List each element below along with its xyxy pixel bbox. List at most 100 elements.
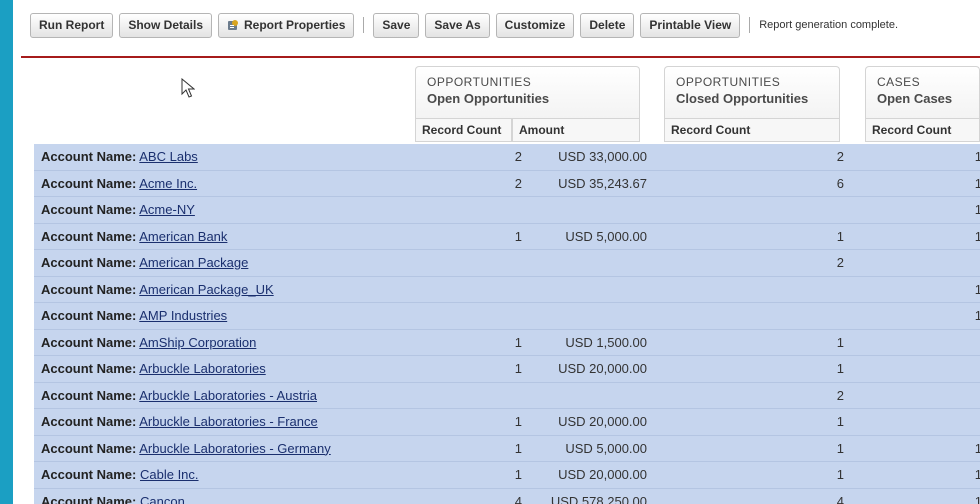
cases-record-count: 1 [974,493,980,504]
table-row: Account Name: Acme-NY 1 [34,197,980,224]
account-link[interactable]: Arbuckle Laboratories - Austria [139,388,317,403]
table-row: Account Name: Arbuckle Laboratories - Ge… [34,435,980,462]
closed-record-count: 1 [836,414,844,429]
table-row: Account Name: Arbuckle Laboratories - Au… [34,382,980,409]
report-properties-button[interactable]: Report Properties [218,12,355,38]
report-properties-label: Report Properties [244,18,346,32]
account-name-prefix: Account Name: [41,414,137,429]
row-label: Account Name: Arbuckle Laboratories - Au… [41,388,317,403]
open-amount: USD 20,000.00 [558,414,647,429]
closed-record-count: 1 [836,467,844,482]
save-button[interactable]: Save [373,12,420,38]
row-label: Account Name: AmShip Corporation [41,335,256,350]
closed-record-count: 1 [836,334,844,350]
open-amount: USD 5,000.00 [565,440,647,456]
row-label: Account Name: ABC Labs [41,149,198,164]
header-divider [21,56,980,58]
column-header-open-amount[interactable]: Amount [512,118,640,142]
report-rows: Account Name: ABC Labs 2 USD 33,000.00 2 1 A… [34,144,980,504]
row-label: Account Name: Acme Inc. [41,176,197,191]
table-row: Account Name: Arbuckle Laboratories 1 USD … [34,356,980,383]
table-row: Account Name: Cancon 4 USD 578,250.00 4 1 [34,488,980,504]
account-name-prefix: Account Name: [41,361,137,376]
account-link[interactable]: Cancon [140,494,185,504]
account-name-prefix: Account Name: [41,334,137,350]
closed-record-count: 2 [836,387,844,403]
closed-record-count: 1 [836,228,844,244]
left-accent-bar [0,0,13,504]
open-record-count: 1 [514,414,522,429]
report-properties-icon [228,20,239,30]
account-link[interactable]: Arbuckle Laboratories [139,361,265,376]
open-record-count: 2 [514,149,522,164]
open-amount: USD 578,250.00 [550,493,647,504]
group-header-open-opportunities: OPPORTUNITIES Open Opportunities [415,66,640,118]
account-name-prefix: Account Name: [41,228,137,244]
account-name-prefix: Account Name: [41,467,137,482]
account-link[interactable]: AMP Industries [139,308,227,323]
account-link[interactable]: Arbuckle Laboratories - Germany [139,441,330,456]
account-link[interactable]: Acme Inc. [139,176,197,191]
group-header-closed-opportunities: OPPORTUNITIES Closed Opportunities [664,66,840,118]
cases-record-count: 1 [974,467,980,482]
account-name-prefix: Account Name: [41,440,137,456]
row-label: Account Name: Acme-NY [41,202,195,217]
report-toolbar: Run Report Show Details Report Propertie… [13,0,980,50]
account-link[interactable]: Arbuckle Laboratories - France [139,414,317,429]
account-name-prefix: Account Name: [41,149,137,164]
open-record-count: 2 [514,175,522,191]
toolbar-separator [749,17,751,33]
cases-record-count: 1 [974,228,980,244]
open-amount: USD 35,243.67 [558,175,647,191]
row-label: Account Name: Cable Inc. [41,467,199,482]
cases-record-count: 1 [974,440,980,456]
column-header-open-record-count[interactable]: Record Count [415,118,512,142]
account-link[interactable]: Cable Inc. [140,467,199,482]
show-details-button[interactable]: Show Details [119,12,213,38]
open-record-count: 4 [514,493,522,504]
group-name-label: Closed Opportunities [676,91,809,106]
closed-record-count: 2 [836,149,844,164]
account-name-prefix: Account Name: [41,175,137,191]
save-as-button[interactable]: Save As [425,12,490,38]
group-header-open-cases: CASES Open Cases [865,66,980,118]
table-row: Account Name: Arbuckle Laboratories - Fr… [34,409,980,436]
account-link[interactable]: ABC Labs [139,149,198,164]
group-object-label: OPPORTUNITIES [427,75,532,89]
table-row: Account Name: ABC Labs 2 USD 33,000.00 2 1 [34,144,980,171]
table-row: Account Name: American Package 2 [34,250,980,277]
open-amount: USD 20,000.00 [558,467,647,482]
cases-record-count: 1 [974,308,980,323]
cases-record-count: 1 [974,175,980,191]
row-label: Account Name: Arbuckle Laboratories - Fr… [41,414,318,429]
run-report-button[interactable]: Run Report [30,12,114,38]
table-row: Account Name: American Bank 1 USD 5,000.00… [34,223,980,250]
column-header-cases-record-count[interactable]: Record Count [865,118,980,142]
account-link[interactable]: Acme-NY [139,202,195,217]
table-row: Account Name: Acme Inc. 2 USD 35,243.67 6 1 [34,170,980,197]
row-label: Account Name: Arbuckle Laboratories [41,361,266,376]
table-row: Account Name: Cable Inc. 1 USD 20,000.00 1 1 [34,462,980,489]
open-record-count: 1 [514,467,522,482]
open-record-count: 1 [514,361,522,376]
row-label: Account Name: American Bank [41,229,227,244]
open-record-count: 1 [514,440,522,456]
group-object-label: CASES [877,75,921,89]
cases-record-count: 1 [974,202,980,217]
delete-button[interactable]: Delete [580,12,635,38]
account-link[interactable]: American Package [139,255,248,270]
table-row: Account Name: AmShip Corporation 1 USD 1,5… [34,329,980,356]
row-label: Account Name: AMP Industries [41,308,227,323]
account-link[interactable]: AmShip Corporation [139,335,256,350]
account-name-prefix: Account Name: [41,308,137,323]
customize-button[interactable]: Customize [495,12,575,38]
account-name-prefix: Account Name: [41,255,137,270]
account-link[interactable]: American Bank [139,229,227,244]
group-name-label: Open Cases [877,91,953,106]
printable-view-button[interactable]: Printable View [640,12,741,38]
mouse-pointer-icon [181,78,195,98]
account-link[interactable]: American Package_UK [139,282,273,297]
column-header-closed-record-count[interactable]: Record Count [664,118,840,142]
cases-record-count: 1 [974,281,980,297]
group-name-label: Open Opportunities [427,91,550,106]
